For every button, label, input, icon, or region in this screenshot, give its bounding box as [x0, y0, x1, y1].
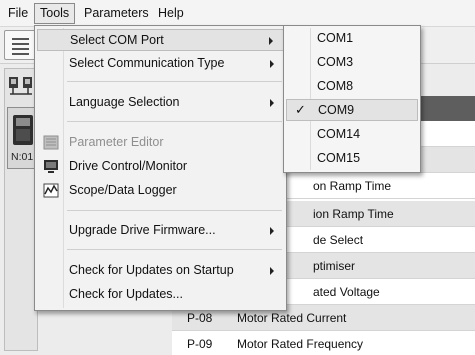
parameter-name: on Ramp Time: [313, 179, 392, 193]
menu-item-scope-data-logger[interactable]: Scope/Data Logger: [37, 180, 284, 202]
table-row[interactable]: P-09 Motor Rated Frequency: [172, 331, 475, 355]
parameter-name: Motor Rated Current: [237, 311, 347, 325]
submenu-arrow-icon: [269, 37, 273, 45]
parameter-name: ated Voltage: [313, 285, 380, 299]
parameter-list-button[interactable]: [4, 30, 36, 60]
menu-separator: [67, 81, 282, 82]
menu-parameters[interactable]: Parameters: [79, 3, 154, 24]
menu-item-label: Parameter Editor: [69, 135, 164, 149]
menu-separator: [67, 121, 282, 122]
parameter-code: P-08: [187, 311, 213, 325]
com-port-item[interactable]: COM1: [286, 28, 418, 50]
menu-item-label: Scope/Data Logger: [69, 183, 177, 197]
monitor-icon: [44, 160, 58, 173]
submenu-arrow-icon: [270, 227, 274, 235]
menu-item-select-communication-type[interactable]: Select Communication Type: [37, 53, 284, 75]
menu-item-language-selection[interactable]: Language Selection: [37, 92, 284, 114]
parameter-name: ion Ramp Time: [313, 207, 394, 221]
menu-item-label: Drive Control/Monitor: [69, 159, 188, 173]
com-port-label: COM1: [317, 31, 354, 45]
com-port-item[interactable]: COM3: [286, 52, 418, 74]
drive-icon: [13, 115, 33, 145]
parameter-code: P-09: [187, 337, 213, 351]
menu-tools[interactable]: Tools: [34, 3, 76, 24]
com-port-label: COM9: [318, 103, 355, 117]
menu-item-label: Select COM Port: [70, 33, 164, 47]
menu-item-drive-control-monitor[interactable]: Drive Control/Monitor: [37, 156, 284, 178]
submenu-arrow-icon: [270, 60, 274, 68]
menu-item-check-updates-on-startup[interactable]: Check for Updates on Startup: [37, 260, 284, 282]
parameter-editor-icon: [43, 135, 59, 150]
tools-menu: Select COM Port Select Communication Typ…: [34, 25, 287, 311]
drive-network-pane: N:01: [4, 68, 39, 351]
parameter-name: ptimiser: [313, 259, 356, 273]
menu-item-check-for-updates[interactable]: Check for Updates...: [37, 284, 284, 306]
scope-icon: [43, 183, 59, 198]
com-port-item[interactable]: COM14: [286, 124, 418, 146]
menu-separator: [67, 249, 282, 250]
menu-item-parameter-editor[interactable]: Parameter Editor: [37, 132, 284, 154]
com-port-label: COM14: [317, 127, 361, 141]
parameter-name: Motor Rated Frequency: [237, 337, 364, 351]
com-port-item[interactable]: COM15: [286, 148, 418, 170]
checkmark-icon: ✓: [295, 102, 306, 117]
menu-item-label: Upgrade Drive Firmware...: [69, 223, 216, 237]
com-port-label: COM8: [317, 79, 354, 93]
com-port-submenu: COM1 COM3 COM8 ✓ COM9 COM14 COM15: [283, 25, 421, 173]
com-port-label: COM15: [317, 151, 361, 165]
menu-item-label: Select Communication Type: [69, 56, 225, 70]
menu-file[interactable]: File: [3, 3, 33, 24]
network-icon[interactable]: [8, 75, 34, 97]
menu-bar: File Tools Parameters Help: [0, 0, 475, 27]
menu-item-label: Check for Updates...: [69, 287, 183, 301]
com-port-item[interactable]: COM8: [286, 76, 418, 98]
submenu-arrow-icon: [270, 267, 274, 275]
drive-node-label: N:01: [11, 151, 34, 163]
menu-item-select-com-port[interactable]: Select COM Port: [37, 29, 284, 51]
menu-item-label: Check for Updates on Startup: [69, 263, 234, 277]
com-port-label: COM3: [317, 55, 354, 69]
menu-item-label: Language Selection: [69, 95, 180, 109]
com-port-item-selected[interactable]: ✓ COM9: [286, 99, 418, 121]
menu-help[interactable]: Help: [153, 3, 189, 24]
menu-item-upgrade-drive-firmware[interactable]: Upgrade Drive Firmware...: [37, 220, 284, 242]
parameter-name: de Select: [313, 233, 364, 247]
menu-separator: [67, 210, 282, 211]
submenu-arrow-icon: [270, 99, 274, 107]
